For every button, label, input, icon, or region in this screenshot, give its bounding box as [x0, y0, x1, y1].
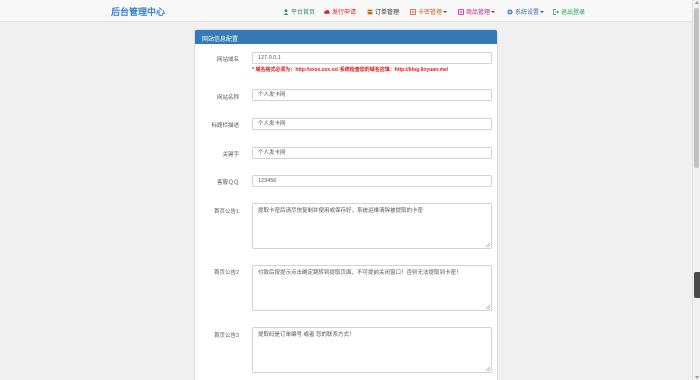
notice1-text: 提取卡密后请尽快复制并使用或保存好，系统运维清除被提取的卡密: [258, 208, 424, 214]
panel-title: 网站信息配置: [195, 30, 497, 44]
gear-icon: [507, 8, 513, 15]
keywords-input[interactable]: 个人发卡网: [252, 147, 492, 159]
chevron-down-icon: [443, 10, 448, 13]
nav-logout[interactable]: 退出登录: [553, 7, 585, 16]
notice2-text: 付款后按提示点击确定跳转到提取页面，不可提前关闭窗口！否则无法提取到卡密！: [258, 270, 462, 276]
nav-settings[interactable]: 系统设置: [507, 7, 545, 16]
side-float-tab[interactable]: [694, 272, 700, 298]
title-desc-input[interactable]: 个人发卡网: [252, 118, 492, 130]
site-name-label: 网站名称: [216, 95, 239, 101]
nav-home-label: 平台首页: [291, 10, 316, 16]
title-desc-label: 标题栏描述: [211, 123, 239, 129]
nav-apply-label: 发行申请: [332, 10, 357, 16]
nav-cards-label: 卡密管理: [418, 10, 443, 16]
site-name-input[interactable]: 个人发卡网: [252, 89, 492, 101]
resize-handle-icon[interactable]: [485, 242, 490, 247]
page-scrollbar[interactable]: [692, 0, 700, 380]
box-icon: [367, 9, 373, 14]
notice3-textarea[interactable]: 提取码是订单编号 或者 您的联系方式！: [252, 327, 492, 373]
notice2-textarea[interactable]: 付款后按提示点击确定跳转到提取页面，不可提前关闭窗口！否则无法提取到卡密！: [252, 265, 492, 311]
domain-hint: * 域名格式必须为：http://xxxx.xxx.xx/ 系统检查您的域名应填…: [252, 67, 449, 73]
notice1-label: 首页公告1: [213, 209, 239, 215]
brand-title[interactable]: 后台管理中心: [111, 5, 165, 18]
domain-input[interactable]: 127.0.0.1: [252, 52, 492, 64]
notice1-textarea[interactable]: 提取卡密后请尽快复制并使用或保存好，系统运维清除被提取的卡密: [252, 203, 492, 249]
domain-label: 网站域名: [216, 57, 239, 63]
nav-orders-label: 订单管理: [375, 10, 400, 16]
user-icon: [283, 8, 289, 15]
nav-products[interactable]: 商品管理: [458, 7, 496, 16]
nav-orders[interactable]: 订单管理: [367, 7, 399, 16]
list-icon: [458, 8, 464, 15]
nav-logout-label: 退出登录: [561, 10, 586, 16]
nav-products-label: 商品管理: [466, 10, 491, 16]
nav-settings-label: 系统设置: [515, 10, 540, 16]
keywords-label: 关键字: [222, 152, 239, 158]
scroll-up-icon[interactable]: [695, 1, 699, 4]
notice3-label: 首页公告3: [213, 333, 239, 339]
resize-handle-icon[interactable]: [485, 366, 490, 371]
chevron-down-icon: [540, 10, 545, 13]
notice3-text: 提取码是订单编号 或者 您的联系方式！: [258, 332, 355, 338]
scroll-thumb[interactable]: [694, 8, 699, 168]
logout-icon: [553, 8, 559, 15]
cloud-icon: [324, 9, 330, 14]
notice2-label: 首页公告2: [213, 270, 239, 276]
scroll-down-icon[interactable]: [695, 376, 699, 379]
nav-home[interactable]: 平台首页: [283, 7, 315, 16]
resize-handle-icon[interactable]: [485, 304, 490, 309]
nav-cards[interactable]: 卡密管理: [410, 7, 448, 16]
list-icon: [410, 8, 416, 15]
nav-apply[interactable]: 发行申请: [324, 7, 356, 16]
qq-input[interactable]: 123456: [252, 175, 492, 187]
top-navbar: 后台管理中心 平台首页 发行申请 订单管理 卡密管理 商品管理 系统设置 退出登…: [0, 0, 692, 22]
qq-label: 客服ＱＱ: [216, 180, 239, 186]
chevron-down-icon: [491, 10, 496, 13]
